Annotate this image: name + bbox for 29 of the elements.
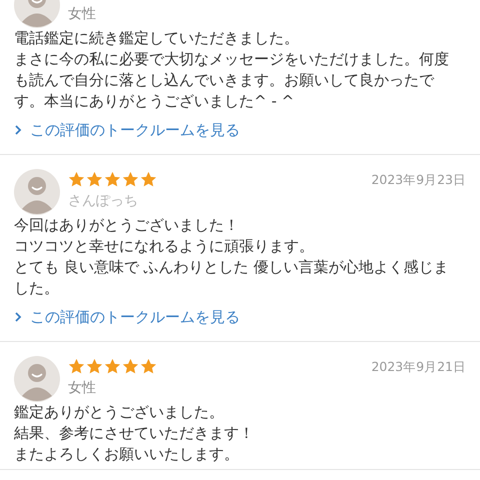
review-text: コツコツと幸せになれるように頑張ります。 [14, 236, 315, 257]
review-text: またよろしくお願いいたします。 [14, 444, 240, 465]
reviewer-name: さんぽっち [68, 192, 139, 210]
chevron-icon [14, 311, 22, 323]
review-text: 鑑定ありがとうございました。 [14, 402, 225, 423]
star-icon [86, 358, 103, 375]
chevron-icon [14, 124, 22, 136]
star-icon [68, 358, 85, 375]
star-icon [140, 358, 157, 375]
star-icon [104, 171, 121, 188]
talkroom-link[interactable]: この評価のトークルームを見る [14, 307, 240, 327]
talkroom-link[interactable]: この評価のトークルームを見る [14, 120, 240, 140]
avatar-icon [14, 169, 60, 215]
star-icon [68, 171, 85, 188]
star-icon [86, 171, 103, 188]
star-icon [140, 171, 157, 188]
review-text: 今回はありがとうございました！ [14, 215, 240, 236]
review-text: 結果、参考にさせていただきます！ [14, 423, 255, 444]
review-text: まさに今の私に必要で大切なメッセージをいただけました。何度も読んで自分に落とし込んでいきます。お願いして良かったです。本当にありがとうございました^ - ^ [14, 49, 450, 112]
reviewer-name: 女性 [68, 5, 97, 23]
star-icon [122, 358, 139, 375]
review-date: 2023年9月23日 [371, 172, 466, 189]
reviewer-name: 女性 [68, 379, 97, 397]
review-text: とても 良い意味で ふんわりとした 優しい言葉が心地よく感じました。 [14, 257, 450, 299]
avatar-icon [14, 356, 60, 402]
star-icon [122, 171, 139, 188]
review-date: 2023年9月21日 [371, 359, 466, 376]
review-text: 電話鑑定に続き鑑定していただきました。 [14, 28, 300, 49]
star-icon [104, 358, 121, 375]
